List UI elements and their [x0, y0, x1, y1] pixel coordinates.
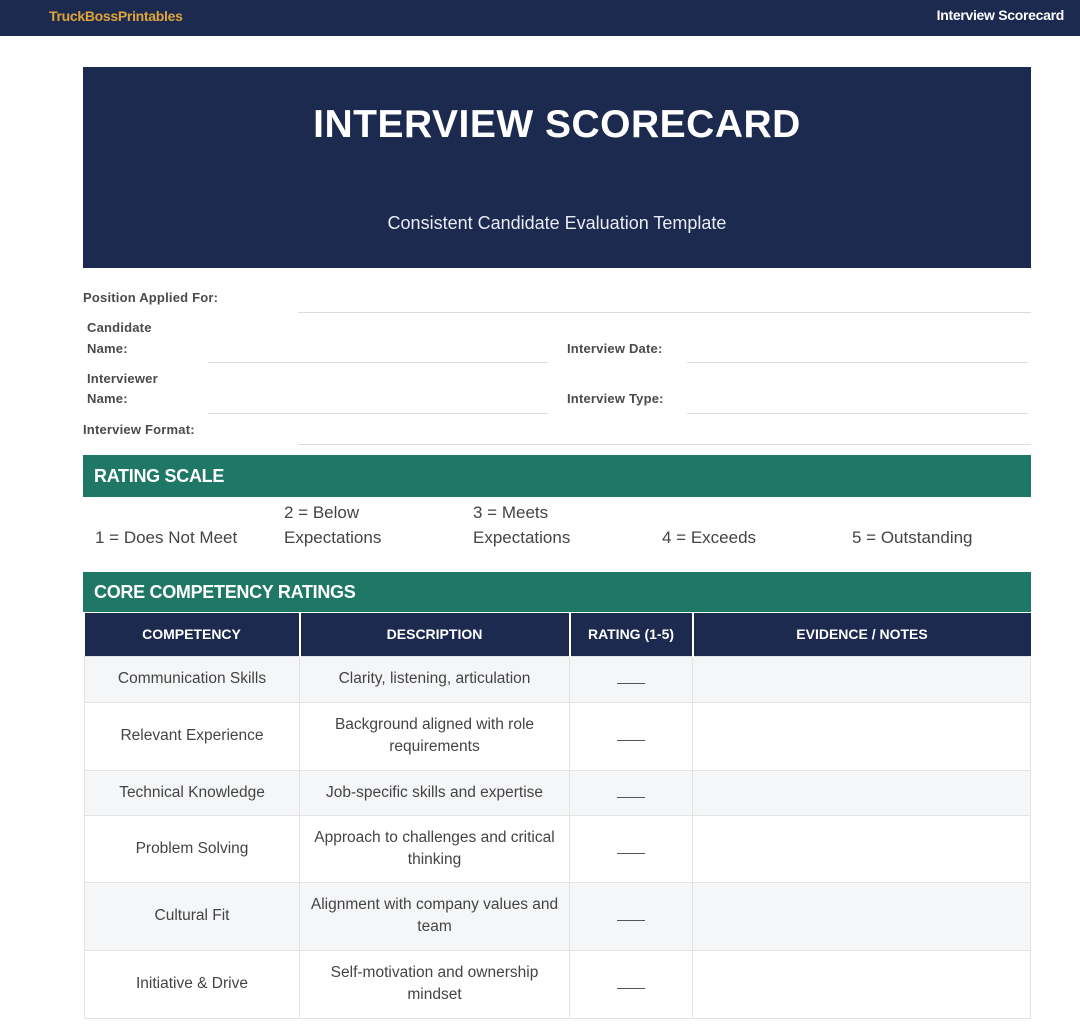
table-row: Cultural Fit Alignment with company valu…: [84, 881, 1031, 951]
table-header-row: COMPETENCY DESCRIPTION RATING (1-5) EVID…: [84, 613, 1031, 656]
interview-date-label: Interview Date:: [567, 341, 663, 356]
competency-cell: Cultural Fit: [84, 881, 300, 951]
rating-cell[interactable]: [569, 881, 693, 951]
notes-cell[interactable]: [692, 769, 1031, 816]
rating-scale-heading: RATING SCALE: [83, 455, 1031, 497]
rating-blank[interactable]: [617, 796, 645, 798]
table-row: Communication Skills Clarity, listening,…: [84, 655, 1031, 703]
rating-blank[interactable]: [617, 852, 645, 854]
interview-format-field[interactable]: [298, 444, 1031, 445]
competency-cell: Technical Knowledge: [84, 769, 300, 816]
competency-cell: Relevant Experience: [84, 701, 300, 771]
table-row: Technical Knowledge Job-specific skills …: [84, 769, 1031, 816]
interviewer-name-field[interactable]: [208, 413, 548, 414]
rating-scale-item-1: 1 = Does Not Meet: [95, 528, 238, 547]
col-header-description: DESCRIPTION: [299, 613, 571, 656]
rating-cell[interactable]: [569, 655, 693, 703]
brand-logo-text[interactable]: TruckBossPrintables: [49, 8, 183, 24]
rating-cell[interactable]: [569, 701, 693, 771]
interviewer-label-line1: Interviewer: [87, 371, 158, 386]
position-field[interactable]: [298, 312, 1031, 313]
notes-cell[interactable]: [692, 814, 1031, 883]
rating-cell[interactable]: [569, 769, 693, 816]
document-header: INTERVIEW SCORECARD Consistent Candidate…: [83, 67, 1031, 268]
notes-cell[interactable]: [692, 655, 1031, 703]
candidate-label-line1: Candidate: [87, 320, 152, 335]
description-cell: Self-motivation and ownership mindset: [299, 949, 570, 1019]
document-subtitle: Consistent Candidate Evaluation Template: [387, 213, 727, 233]
description-cell: Background aligned with role requirement…: [299, 701, 570, 771]
description-cell: Approach to challenges and critical thin…: [299, 814, 570, 883]
notes-cell[interactable]: [692, 881, 1031, 951]
rating-blank[interactable]: [617, 988, 645, 989]
notes-cell[interactable]: [692, 701, 1031, 771]
description-cell: Clarity, listening, articulation: [299, 655, 570, 703]
table-row: Problem Solving Approach to challenges a…: [84, 814, 1031, 883]
competency-cell: Initiative & Drive: [84, 949, 300, 1019]
candidate-label-line2: Name:: [87, 341, 128, 356]
col-header-competency: COMPETENCY: [84, 613, 301, 656]
rating-blank[interactable]: [617, 740, 645, 741]
notes-cell[interactable]: [692, 949, 1031, 1019]
col-header-notes: EVIDENCE / NOTES: [692, 613, 1031, 656]
col-header-rating: RATING (1-5): [569, 613, 694, 656]
rating-scale-item-4: 4 = Exceeds: [662, 528, 757, 547]
position-label: Position Applied For:: [83, 290, 219, 305]
topbar-page-title: Interview Scorecard: [936, 7, 1065, 23]
candidate-name-field[interactable]: [208, 362, 548, 363]
top-bar: TruckBossPrintables Interview Scorecard: [0, 0, 1080, 36]
rating-scale-item-2: 2 = Below Expectations: [284, 503, 382, 547]
rating-blank[interactable]: [617, 683, 645, 684]
interview-date-field[interactable]: [687, 362, 1028, 363]
document-title: INTERVIEW SCORECARD: [313, 103, 801, 146]
table-row: Initiative & Drive Self-motivation and o…: [84, 949, 1031, 1019]
description-cell: Alignment with company values and team: [299, 881, 570, 951]
rating-scale-item-5: 5 = Outstanding: [852, 528, 973, 547]
rating-blank[interactable]: [617, 920, 645, 921]
rating-cell[interactable]: [569, 814, 693, 883]
rating-scale-item-3: 3 = Meets Expectations: [473, 503, 571, 547]
interview-format-label: Interview Format:: [83, 422, 195, 437]
competency-cell: Communication Skills: [84, 655, 300, 703]
interview-type-field[interactable]: [687, 413, 1028, 414]
competency-cell: Problem Solving: [84, 814, 300, 883]
interviewer-label-line2: Name:: [87, 391, 128, 406]
table-row: Relevant Experience Background aligned w…: [84, 701, 1031, 771]
interview-type-label: Interview Type:: [567, 391, 664, 406]
competency-heading: CORE COMPETENCY RATINGS: [83, 572, 1031, 612]
description-cell: Job-specific skills and expertise: [299, 769, 570, 816]
rating-cell[interactable]: [569, 949, 693, 1019]
competency-table: COMPETENCY DESCRIPTION RATING (1-5) EVID…: [84, 613, 1031, 1019]
